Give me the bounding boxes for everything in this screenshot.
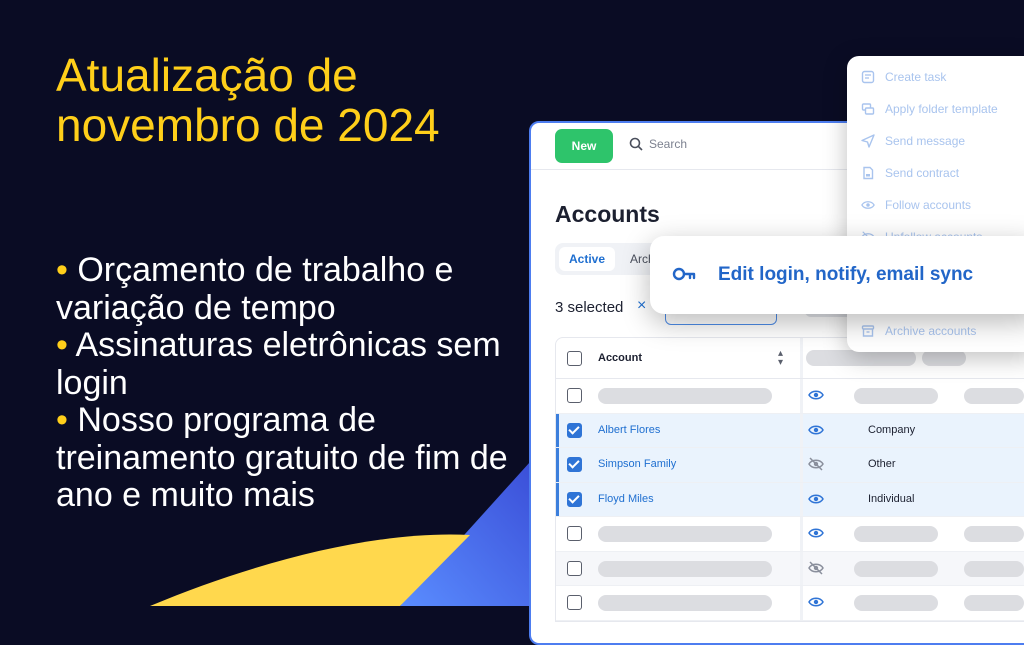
placeholder-bar	[854, 526, 938, 542]
feature-text: Orçamento de trabalho e variação de temp…	[56, 251, 454, 327]
table-row[interactable]: Albert Flores Company	[556, 413, 1024, 448]
page-title: Accounts	[555, 201, 660, 227]
bullet-dot: •	[56, 401, 68, 439]
menu-item-label: Apply folder template	[885, 102, 998, 116]
account-name-link[interactable]: Floyd Miles	[598, 493, 654, 505]
send-icon	[861, 134, 875, 148]
key-icon	[672, 267, 696, 281]
placeholder-bar	[922, 350, 966, 366]
selected-count: 3 selected	[555, 299, 624, 316]
row-checkbox[interactable]	[567, 491, 582, 507]
feature-item: • Assinaturas eletrônicas sem login	[56, 326, 526, 402]
table-row[interactable]	[556, 586, 1024, 621]
placeholder-bar	[964, 388, 1024, 404]
placeholder-bar	[964, 595, 1024, 611]
search-icon	[629, 137, 643, 151]
new-button[interactable]: New	[555, 129, 613, 163]
tab-active[interactable]: Active	[559, 247, 615, 271]
column-header-account[interactable]: Account	[598, 352, 642, 364]
placeholder-bar	[598, 560, 772, 577]
row-checkbox[interactable]	[567, 595, 582, 610]
bullet-dot: •	[56, 326, 68, 364]
column-divider	[800, 379, 803, 413]
placeholder-bar	[598, 595, 772, 611]
menu-item-label: Archive accounts	[885, 324, 977, 338]
account-name-link[interactable]: Simpson Family	[598, 458, 676, 470]
eye-off-icon[interactable]	[808, 457, 824, 471]
table-row[interactable]: Simpson Family Other	[556, 448, 1024, 483]
row-checkbox[interactable]	[567, 422, 582, 438]
bullet-dot: •	[56, 251, 68, 289]
eye-icon[interactable]	[808, 388, 824, 402]
sort-icon[interactable]: ▴ ▾	[778, 349, 783, 368]
menu-item-label: Create task	[885, 70, 947, 84]
table-row[interactable]	[556, 517, 1024, 552]
eye-icon	[861, 201, 875, 209]
menu-item-archive-accounts[interactable]: Archive accounts	[861, 324, 976, 338]
table-row[interactable]: Floyd Miles Individual	[556, 482, 1024, 517]
column-divider	[800, 551, 803, 585]
row-checkbox[interactable]	[567, 457, 582, 472]
menu-item-apply-folder-template[interactable]: Apply folder template	[861, 102, 998, 116]
placeholder-bar	[806, 350, 916, 366]
account-type: Individual	[868, 492, 915, 505]
placeholder-bar	[964, 560, 1024, 577]
feature-item: • Nosso programa de treinamento gratuito…	[56, 401, 526, 515]
feature-item: • Orçamento de trabalho e variação de te…	[56, 251, 526, 327]
contract-icon	[863, 166, 874, 180]
menu-item-create-task[interactable]: Create task	[861, 70, 946, 84]
column-divider	[800, 482, 803, 516]
feature-list: • Orçamento de trabalho e variação de te…	[56, 251, 526, 515]
placeholder-bar	[854, 595, 938, 611]
account-name-link[interactable]: Albert Flores	[598, 424, 660, 436]
task-icon	[861, 70, 875, 84]
placeholder-bar	[854, 388, 938, 404]
column-divider	[800, 338, 803, 378]
archive-icon	[861, 325, 875, 337]
menu-item-label: Send message	[885, 134, 966, 148]
menu-item-follow-accounts[interactable]: Follow accounts	[861, 198, 971, 212]
search-placeholder: Search	[649, 137, 688, 151]
menu-item-send-message[interactable]: Send message	[861, 134, 965, 148]
column-divider	[800, 448, 803, 482]
edit-login-label: Edit login, notify, email sync	[718, 264, 974, 285]
row-checkbox[interactable]	[567, 560, 582, 576]
folder-template-icon	[861, 103, 875, 115]
column-divider	[800, 517, 803, 551]
column-divider	[800, 586, 803, 620]
placeholder-bar	[598, 526, 772, 542]
accounts-table: Account ▴ ▾ Albert Flores Company Simpson…	[555, 337, 1024, 622]
eye-icon[interactable]	[808, 423, 824, 437]
table-row[interactable]	[556, 551, 1024, 586]
row-checkbox[interactable]	[567, 388, 582, 403]
account-type: Other	[868, 458, 896, 470]
table-row[interactable]	[556, 379, 1024, 414]
eye-off-icon[interactable]	[808, 560, 824, 575]
clear-selection-button[interactable]: ×	[637, 297, 646, 315]
feature-text: Nosso programa de treinamento gratuito d…	[56, 401, 508, 514]
column-divider	[800, 413, 803, 447]
account-type: Company	[868, 423, 916, 436]
eye-icon[interactable]	[808, 492, 824, 506]
select-all-checkbox[interactable]	[567, 351, 582, 366]
feature-text: Assinaturas eletrônicas sem login	[56, 326, 501, 402]
eye-icon[interactable]	[808, 595, 824, 609]
headline: Atualização de novembro de 2024	[56, 49, 440, 151]
menu-item-label: Follow accounts	[885, 198, 972, 212]
menu-item-send-contract[interactable]: Send contract	[861, 166, 959, 180]
menu-item-edit-login[interactable]: Edit login, notify, email sync	[650, 236, 1024, 314]
row-checkbox[interactable]	[567, 526, 582, 541]
eye-icon[interactable]	[808, 526, 824, 540]
placeholder-bar	[598, 388, 772, 404]
placeholder-bar	[964, 526, 1024, 542]
search-field[interactable]: Search	[629, 137, 687, 151]
menu-item-label: Send contract	[885, 166, 960, 180]
placeholder-bar	[854, 560, 938, 577]
